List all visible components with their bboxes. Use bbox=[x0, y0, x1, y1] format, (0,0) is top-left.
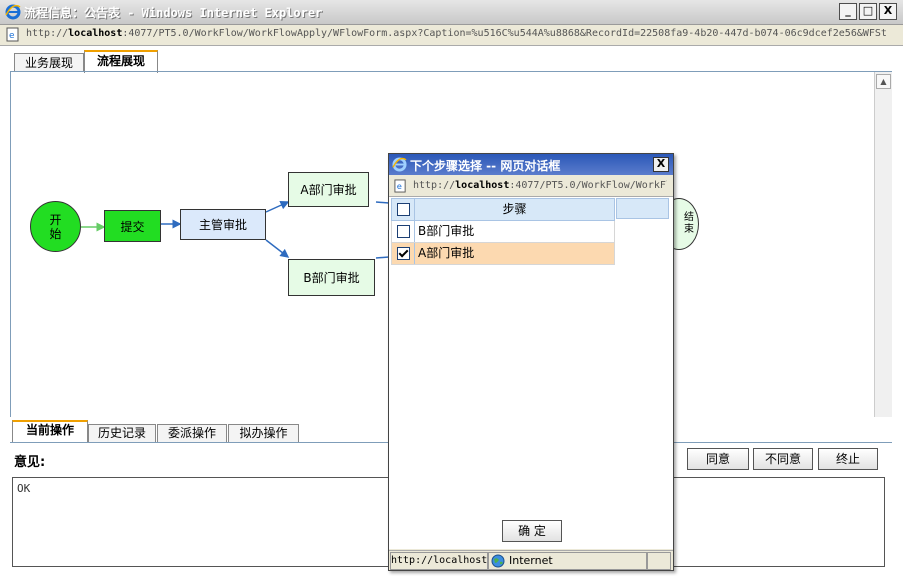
step-label: A部门审批 bbox=[418, 246, 475, 260]
node-end-label: 结束 bbox=[684, 212, 694, 235]
step-checkbox[interactable] bbox=[396, 247, 410, 260]
flow-node-submit[interactable]: 提交 bbox=[104, 210, 161, 242]
node-dept-a-label: A部门审批 bbox=[300, 183, 357, 197]
connector-manager-a bbox=[265, 201, 290, 213]
terminate-button[interactable]: 终止 bbox=[818, 448, 878, 470]
agree-button[interactable]: 同意 bbox=[687, 448, 749, 470]
close-button[interactable]: X bbox=[879, 3, 897, 20]
opinion-label: 意见: bbox=[14, 455, 46, 470]
dialog-url-prefix: http:// bbox=[413, 180, 456, 191]
tab-proposed-operation[interactable]: 拟办操作 bbox=[228, 424, 299, 442]
step-column-header: 步骤 bbox=[502, 202, 527, 216]
step-label: B部门审批 bbox=[418, 224, 475, 238]
status-extra-pane bbox=[647, 552, 671, 570]
dialog-body: 步骤 B部门审批 A部门审批 确 定 bbox=[389, 197, 673, 549]
step-grid-header-extra bbox=[616, 198, 669, 219]
page-icon: e bbox=[6, 27, 19, 42]
next-step-dialog: 下个步骤选择 -- 网页对话框 X e http://localhost:407… bbox=[388, 153, 674, 571]
internet-explorer-icon bbox=[5, 4, 21, 20]
svg-text:e: e bbox=[397, 181, 402, 191]
window-titlebar: 流程信息：公告表 - Windows Internet Explorer _ □… bbox=[0, 0, 903, 25]
step-grid: 步骤 B部门审批 A部门审批 bbox=[391, 198, 615, 265]
step-checkbox[interactable] bbox=[396, 225, 410, 238]
scroll-up-arrow-icon[interactable]: ▲ bbox=[876, 74, 891, 89]
dialog-title: 下个步骤选择 -- 网页对话框 bbox=[410, 159, 561, 173]
tab-process-view[interactable]: 流程展现 bbox=[84, 50, 158, 73]
row-checkbox-cell bbox=[392, 221, 415, 242]
step-row[interactable]: B部门审批 bbox=[391, 221, 615, 243]
page-icon: e bbox=[394, 179, 406, 193]
node-manager-label: 主管审批 bbox=[198, 218, 247, 232]
flow-node-dept-a-approval[interactable]: A部门审批 bbox=[288, 172, 369, 207]
tab-history[interactable]: 历史记录 bbox=[88, 424, 156, 442]
dialog-url-rest: :4077/PT5.0/WorkFlow/WorkFlowApply/ bbox=[509, 180, 667, 191]
status-zone-label: Internet bbox=[509, 554, 553, 567]
address-url[interactable]: http://localhost:4077/PT5.0/WorkFlow/Wor… bbox=[26, 28, 896, 39]
svg-text:e: e bbox=[9, 31, 15, 41]
maximize-button[interactable]: □ bbox=[859, 3, 877, 20]
tab-delegate-operation[interactable]: 委派操作 bbox=[157, 424, 227, 442]
connector-manager-b bbox=[265, 239, 290, 258]
status-zone: Internet bbox=[488, 552, 647, 570]
step-grid-header: 步骤 bbox=[391, 198, 615, 221]
dialog-titlebar: 下个步骤选择 -- 网页对话框 X bbox=[389, 154, 673, 175]
window-title: 流程信息：公告表 - Windows Internet Explorer bbox=[24, 6, 323, 20]
url-host: localhost bbox=[68, 28, 123, 39]
tab-current-operation[interactable]: 当前操作 bbox=[12, 420, 88, 443]
select-all-checkbox[interactable] bbox=[396, 203, 410, 216]
step-row[interactable]: A部门审批 bbox=[391, 243, 615, 265]
flow-node-dept-b-approval[interactable]: B部门审批 bbox=[288, 259, 375, 296]
url-prefix: http:// bbox=[26, 28, 69, 39]
minimize-button[interactable]: _ bbox=[839, 3, 857, 20]
dialog-status-bar: http://localhost Internet bbox=[389, 550, 673, 570]
dialog-address-url[interactable]: http://localhost:4077/PT5.0/WorkFlow/Wor… bbox=[413, 180, 667, 191]
internet-explorer-icon bbox=[392, 157, 407, 172]
globe-icon bbox=[491, 554, 505, 568]
node-start-label: 开始 bbox=[49, 212, 62, 241]
disagree-button[interactable]: 不同意 bbox=[753, 448, 813, 470]
flow-node-manager-approval[interactable]: 主管审批 bbox=[180, 209, 266, 240]
flow-node-start[interactable]: 开始 bbox=[30, 201, 81, 252]
dialog-close-button[interactable]: X bbox=[653, 157, 669, 172]
url-rest: :4077/PT5.0/WorkFlow/WorkFlowApply/WFlow… bbox=[122, 28, 887, 39]
vertical-scrollbar[interactable]: ▲ bbox=[874, 72, 892, 417]
dialog-url-host: localhost bbox=[455, 180, 510, 191]
node-dept-b-label: B部门审批 bbox=[303, 271, 360, 285]
address-bar[interactable]: e http://localhost:4077/PT5.0/WorkFlow/W… bbox=[0, 25, 903, 46]
dialog-address-bar[interactable]: e http://localhost:4077/PT5.0/WorkFlow/W… bbox=[389, 176, 673, 197]
node-submit-label: 提交 bbox=[120, 219, 145, 234]
header-checkbox-cell bbox=[392, 199, 415, 220]
status-url: http://localhost bbox=[390, 552, 488, 570]
tab-business-view[interactable]: 业务展现 bbox=[14, 53, 84, 72]
confirm-button[interactable]: 确 定 bbox=[502, 520, 562, 542]
row-checkbox-cell bbox=[392, 243, 415, 264]
